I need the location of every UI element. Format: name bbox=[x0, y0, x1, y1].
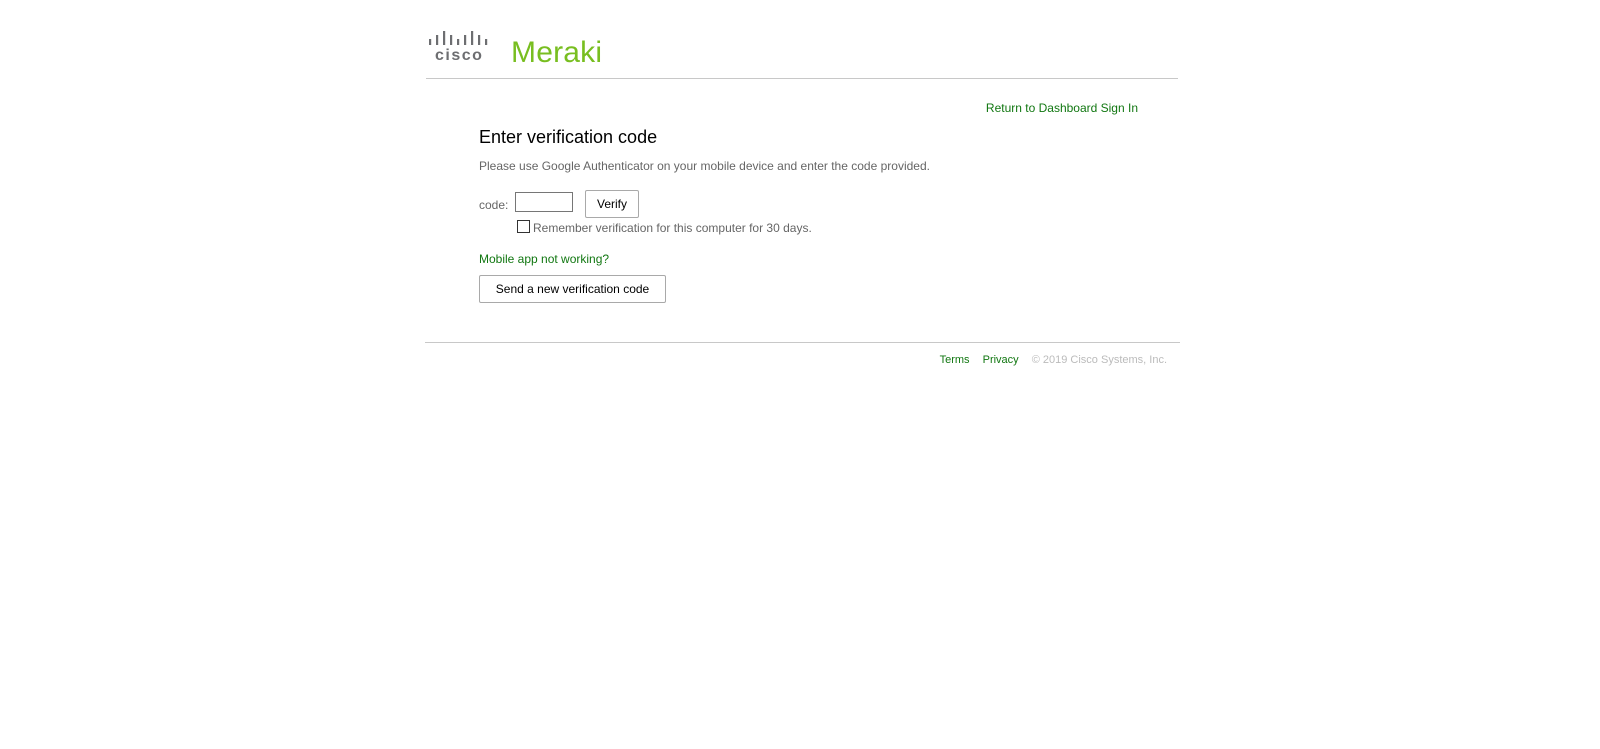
send-new-code-button[interactable]: Send a new verification code bbox=[479, 275, 666, 303]
code-label: code: bbox=[479, 198, 509, 212]
terms-link[interactable]: Terms bbox=[940, 354, 970, 366]
privacy-link[interactable]: Privacy bbox=[983, 354, 1019, 366]
cisco-logo: cisco bbox=[429, 31, 495, 65]
code-row: code: Verify bbox=[479, 190, 879, 218]
code-input[interactable] bbox=[515, 192, 573, 212]
verification-form: Enter verification code Please use Googl… bbox=[479, 126, 1119, 303]
footer: Terms Privacy © 2019 Cisco Systems, Inc. bbox=[940, 354, 1167, 366]
header: cisco Meraki bbox=[426, 0, 1178, 79]
instructions-text: Please use Google Authenticator on your … bbox=[479, 159, 930, 173]
page-title: Enter verification code bbox=[479, 127, 658, 147]
remember-checkbox[interactable] bbox=[517, 220, 530, 233]
copyright-text: © 2019 Cisco Systems, Inc. bbox=[1031, 354, 1167, 366]
return-to-signin-link[interactable]: Return to Dashboard Sign In bbox=[986, 101, 1138, 115]
page-container: cisco Meraki Return to Dashboard Sign In… bbox=[425, 0, 1180, 366]
mobile-app-not-working-link[interactable]: Mobile app not working? bbox=[479, 252, 609, 266]
verify-button[interactable]: Verify bbox=[585, 190, 639, 218]
cisco-wordmark: cisco bbox=[435, 47, 484, 64]
remember-label[interactable]: Remember verification for this computer … bbox=[533, 221, 812, 235]
footer-divider bbox=[425, 342, 1180, 343]
cisco-bars-icon bbox=[429, 31, 488, 45]
meraki-wordmark: Meraki bbox=[511, 36, 603, 69]
